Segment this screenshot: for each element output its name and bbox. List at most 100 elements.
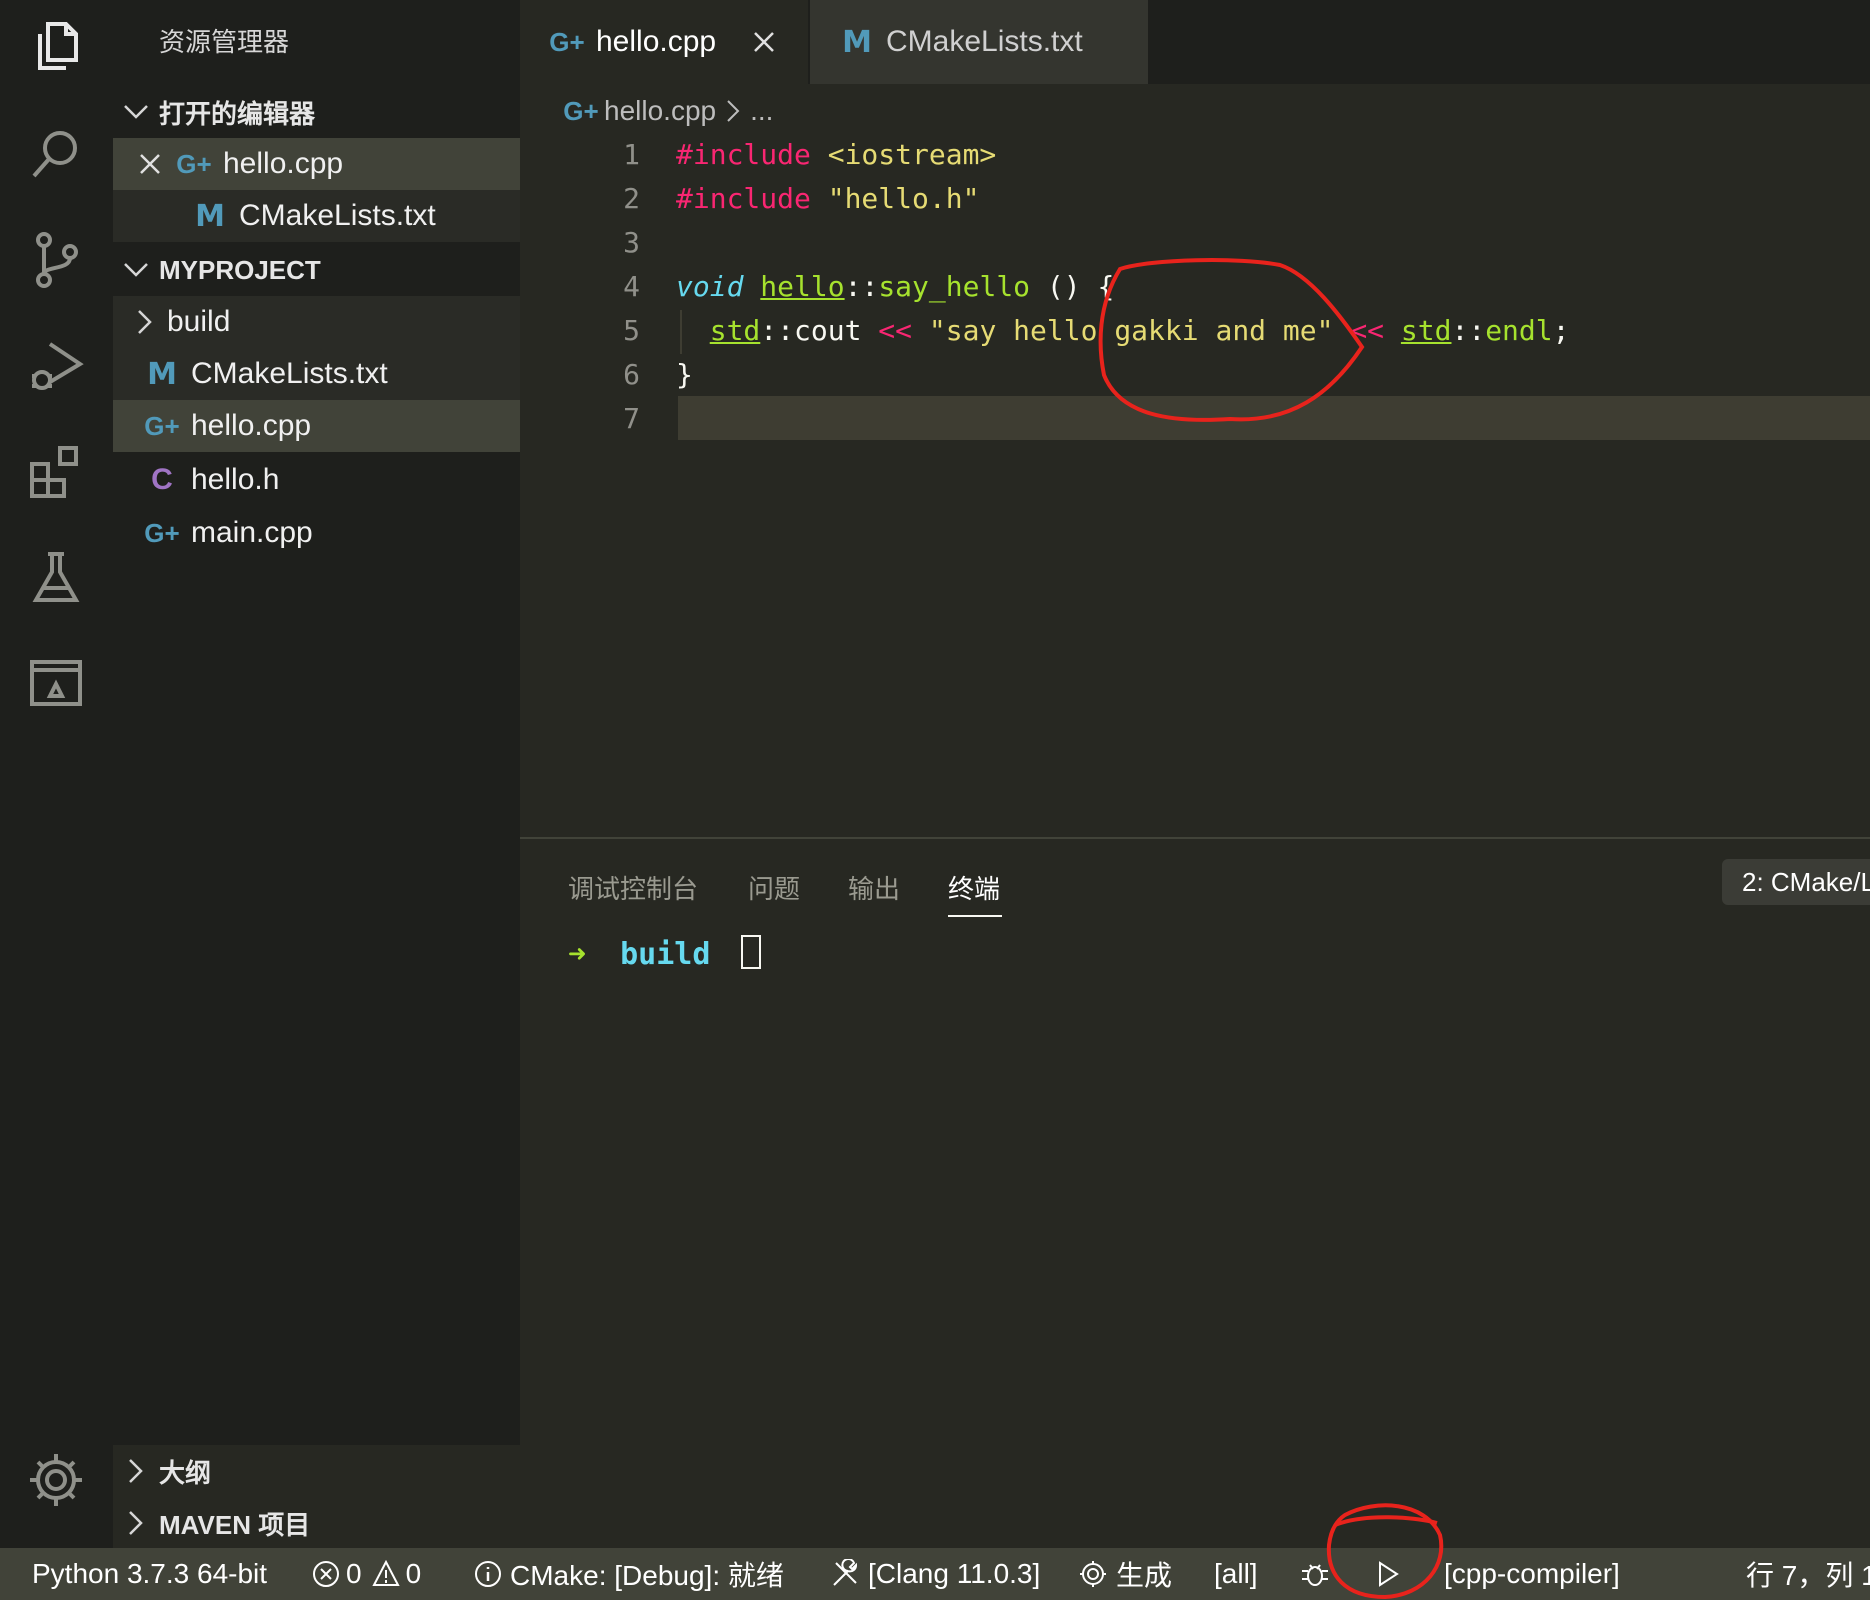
- tree-item-main-cpp[interactable]: G+ main.cpp: [113, 507, 520, 559]
- explorer-sidebar: 资源管理器 打开的编辑器 G+ hello.cpp M CMakeLists.t…: [113, 0, 520, 1548]
- tree-item-build[interactable]: build: [113, 296, 520, 348]
- python-interpreter[interactable]: Python 3.7.3 64-bit: [32, 1548, 267, 1600]
- breadcrumb-file[interactable]: hello.cpp: [604, 95, 716, 127]
- code-token: ::: [844, 270, 879, 303]
- code-line: }: [676, 358, 693, 391]
- code-token: std: [1400, 314, 1452, 347]
- cmake-status-label: CMake: [Debug]: 就绪: [510, 1560, 784, 1591]
- breadcrumb-rest[interactable]: ...: [750, 95, 773, 127]
- problems-indicator[interactable]: 0 0: [312, 1548, 421, 1600]
- gear-icon: [1078, 1559, 1108, 1589]
- tree-item-cmakelists[interactable]: M CMakeLists.txt: [113, 348, 520, 400]
- prompt-arrow: ➜: [568, 937, 587, 972]
- c-header-file-icon: C: [151, 463, 173, 496]
- editor-tabs: G+ hello.cpp M CMakeLists.txt: [520, 0, 1870, 84]
- code-token: void: [676, 270, 744, 303]
- line-number: 4: [623, 270, 640, 303]
- launch-target[interactable]: [cpp-compiler]: [1444, 1548, 1620, 1600]
- code-token: <<: [1333, 314, 1401, 347]
- tree-item-label: hello.h: [191, 463, 280, 496]
- prompt-directory: build: [620, 937, 711, 972]
- code-token: say_hello: [878, 270, 1031, 303]
- bottom-panel: 调试控制台 问题 输出 终端 2: CMake/L ➜ build: [520, 837, 1870, 1550]
- maven-label: MAVEN 项目: [159, 1509, 311, 1540]
- tab-terminal[interactable]: 终端: [948, 869, 1000, 906]
- run-debug-icon[interactable]: [20, 330, 92, 402]
- code-token: }: [676, 358, 693, 391]
- tab-output[interactable]: 输出: [848, 869, 900, 906]
- chevron-right-icon: [726, 99, 740, 123]
- cmake-build[interactable]: 生成: [1078, 1548, 1172, 1600]
- line-number: 5: [623, 314, 640, 347]
- tree-item-label: build: [167, 305, 231, 338]
- cmake-build-label: 生成: [1116, 1560, 1173, 1591]
- tree-item-label: main.cpp: [191, 516, 313, 549]
- settings-gear-icon[interactable]: [20, 1444, 92, 1516]
- tab-debug-console[interactable]: 调试控制台: [568, 869, 698, 906]
- explorer-icon[interactable]: [20, 12, 92, 84]
- activity-bar: [0, 0, 113, 1548]
- code-token: hello: [760, 270, 845, 303]
- close-icon[interactable]: [752, 30, 776, 54]
- tab-hello-cpp[interactable]: G+ hello.cpp: [520, 0, 808, 84]
- code-editor[interactable]: 1 2 3 4 5 6 7 #include <iostream> #inclu…: [520, 132, 1870, 837]
- testing-flask-icon[interactable]: [20, 542, 92, 614]
- sidebar-bottom-sections: 大纲 MAVEN 项目: [113, 1445, 520, 1548]
- outline-header[interactable]: 大纲: [113, 1445, 520, 1497]
- close-icon[interactable]: [113, 153, 161, 175]
- tab-label: CMakeLists.txt: [886, 25, 1083, 58]
- tree-item-hello-cpp[interactable]: G+ hello.cpp: [113, 400, 520, 452]
- sidebar-title: 资源管理器: [159, 27, 290, 57]
- extensions-icon[interactable]: [20, 436, 92, 508]
- run-play-icon[interactable]: [1376, 1548, 1400, 1600]
- code-token: ::: [760, 314, 795, 347]
- code-token: std: [709, 314, 761, 347]
- open-editors-header[interactable]: 打开的编辑器: [113, 86, 520, 138]
- open-editors-label: 打开的编辑器: [159, 98, 316, 129]
- code-token: <<: [861, 314, 929, 347]
- code-line: #include "hello.h": [676, 182, 979, 215]
- line-number: 3: [623, 226, 640, 259]
- tools-icon: [830, 1559, 860, 1589]
- remote-explorer-icon[interactable]: [20, 648, 92, 720]
- terminal-output[interactable]: ➜ build: [568, 935, 761, 972]
- cmake-file-icon: M: [147, 356, 177, 392]
- warning-icon: [371, 1560, 400, 1588]
- open-editor-label: hello.cpp: [223, 147, 344, 180]
- line-number: 7: [623, 402, 640, 435]
- cursor-position[interactable]: 行 7，列 1: [1746, 1548, 1870, 1600]
- source-control-icon[interactable]: [20, 224, 92, 296]
- open-editor-item-cmakelists[interactable]: M CMakeLists.txt: [113, 190, 520, 242]
- info-icon: [474, 1560, 502, 1588]
- cmake-file-icon: M: [842, 24, 872, 60]
- project-header[interactable]: MYPROJECT: [113, 244, 520, 296]
- breadcrumb[interactable]: G+ hello.cpp ...: [563, 90, 773, 132]
- error-icon: [312, 1560, 340, 1588]
- chevron-down-icon: [113, 104, 159, 120]
- tree-item-label: hello.cpp: [191, 409, 312, 442]
- cpp-file-icon: G+: [144, 410, 180, 441]
- cmake-status[interactable]: CMake: [Debug]: 就绪: [474, 1548, 784, 1600]
- active-tab-underline: [948, 915, 1002, 917]
- code-line: std::cout << "say hello gakki and me" <<…: [676, 314, 1570, 347]
- maven-header[interactable]: MAVEN 项目: [113, 1497, 520, 1549]
- cmake-kit[interactable]: [Clang 11.0.3]: [830, 1548, 1040, 1600]
- error-count: 0: [346, 1558, 362, 1589]
- chevron-right-icon: [113, 309, 153, 335]
- current-line-highlight: [678, 396, 1870, 440]
- tab-cmakelists[interactable]: M CMakeLists.txt: [810, 0, 1148, 84]
- debug-bug-icon[interactable]: [1300, 1548, 1330, 1600]
- terminal-selector[interactable]: 2: CMake/L: [1722, 859, 1870, 905]
- project-label: MYPROJECT: [159, 254, 321, 285]
- tree-item-hello-h[interactable]: C hello.h: [113, 454, 520, 506]
- tab-problems[interactable]: 问题: [748, 869, 800, 906]
- cmake-file-icon: M: [195, 198, 225, 234]
- search-icon[interactable]: [20, 118, 92, 190]
- open-editor-item-hello-cpp[interactable]: G+ hello.cpp: [113, 138, 520, 190]
- outline-label: 大纲: [159, 1457, 212, 1488]
- line-number: 6: [623, 358, 640, 391]
- chevron-right-icon: [113, 1458, 159, 1484]
- cmake-target[interactable]: [all]: [1214, 1548, 1258, 1600]
- tree-item-label: CMakeLists.txt: [191, 357, 388, 390]
